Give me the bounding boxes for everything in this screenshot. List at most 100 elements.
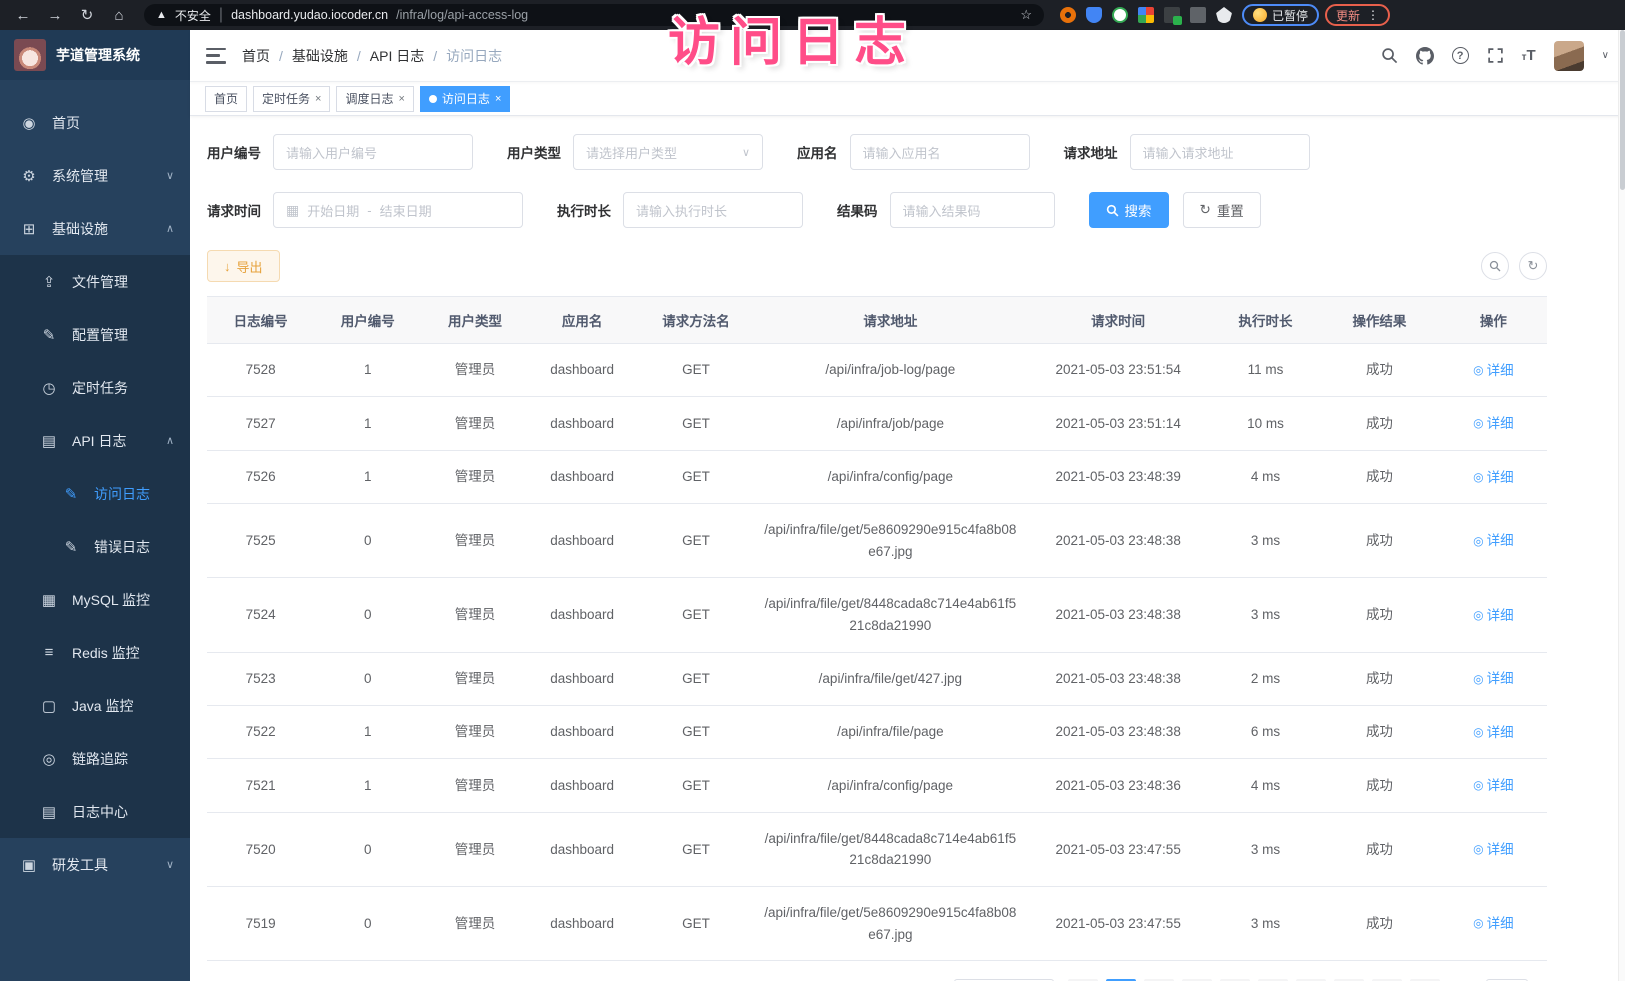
sidebar-item-link-trace[interactable]: ◎ 链路追踪 (0, 732, 190, 785)
detail-link[interactable]: ◎详细 (1473, 413, 1513, 435)
sidebar-item-access-log[interactable]: ✎ 访问日志 (0, 467, 190, 520)
search-icon[interactable] (1381, 47, 1398, 64)
detail-link[interactable]: ◎详细 (1473, 360, 1513, 382)
request-url-input[interactable]: 请输入请求地址 (1130, 134, 1310, 170)
app-logo[interactable]: 芋道管理系统 (0, 30, 190, 80)
sidebar-item-api-log[interactable]: ▤ API 日志 ∧ (0, 414, 190, 467)
breadcrumb-infra[interactable]: 基础设施 (292, 46, 348, 66)
reset-button[interactable]: ↻ 重置 (1183, 192, 1261, 228)
breadcrumb-home[interactable]: 首页 (242, 46, 270, 66)
extension-icon-4[interactable] (1138, 7, 1154, 23)
address-divider: | (219, 6, 223, 24)
browser-update-button[interactable]: 更新 ⋮ (1325, 4, 1390, 26)
detail-link[interactable]: ◎详细 (1473, 839, 1513, 861)
tab-scheduled-jobs[interactable]: 定时任务 × (253, 86, 330, 112)
download-icon: ↓ (224, 259, 231, 274)
sidebar-item-dev-tools[interactable]: ▣ 研发工具 ∨ (0, 838, 190, 891)
sidebar-item-config-manage[interactable]: ✎ 配置管理 (0, 308, 190, 361)
extension-icon-5[interactable] (1164, 7, 1180, 23)
browser-forward-icon[interactable]: → (42, 7, 68, 24)
extension-icon-2[interactable] (1086, 7, 1102, 23)
close-icon[interactable]: × (315, 93, 321, 105)
sidebar-item-mysql-monitor[interactable]: ▦ MySQL 监控 (0, 573, 190, 626)
sidebar-item-error-log[interactable]: ✎ 错误日志 (0, 520, 190, 573)
search-button[interactable]: 搜索 (1089, 192, 1169, 228)
result-code-input[interactable]: 请输入结果码 (890, 192, 1055, 228)
toggle-search-icon[interactable] (1481, 252, 1509, 280)
edit-icon: ✎ (40, 326, 58, 344)
table-row: 75211管理员dashboardGET/api/infra/config/pa… (207, 759, 1547, 812)
top-navbar: 首页 / 基础设施 / API 日志 / 访问日志 ? тT (190, 30, 1625, 82)
tab-access-log[interactable]: 访问日志 × (420, 86, 510, 112)
help-icon[interactable]: ? (1452, 47, 1469, 64)
refresh-icon[interactable]: ↻ (1519, 252, 1547, 280)
sidebar-item-system[interactable]: ⚙ 系统管理 ∨ (0, 149, 190, 202)
eye-icon: ◎ (40, 750, 58, 768)
sidebar-item-java-monitor[interactable]: ▢ Java 监控 (0, 679, 190, 732)
sidebar-item-infra[interactable]: ⊞ 基础设施 ∧ (0, 202, 190, 255)
edit-square-icon: ✎ (62, 485, 80, 503)
browser-menu-icon[interactable]: ⋮ (1367, 8, 1379, 22)
warning-icon: ▲ (156, 9, 167, 21)
sidebar-item-home[interactable]: ◉ 首页 (0, 96, 190, 149)
profile-paused-badge[interactable]: 已暂停 (1242, 4, 1319, 26)
fullscreen-icon[interactable] (1487, 47, 1504, 64)
sidebar-item-log-center[interactable]: ▤ 日志中心 (0, 785, 190, 838)
close-icon[interactable]: × (495, 93, 501, 105)
extension-icon-3[interactable] (1112, 7, 1128, 23)
extension-icon-7[interactable] (1216, 7, 1232, 23)
eye-icon: ◎ (1473, 723, 1483, 742)
detail-link[interactable]: ◎详细 (1473, 722, 1513, 744)
profile-avatar-icon (1253, 8, 1267, 22)
detail-link[interactable]: ◎详细 (1473, 668, 1513, 690)
table-row: 75240管理员dashboardGET/api/infra/file/get/… (207, 578, 1547, 652)
chevron-down-icon[interactable]: ∨ (1602, 50, 1609, 61)
address-bar[interactable]: ▲ 不安全 | dashboard.yudao.iocoder.cn /infr… (144, 4, 1044, 26)
monitor-icon: ▢ (40, 697, 58, 715)
request-time-range-picker[interactable]: ▦ 开始日期 - 结束日期 (273, 192, 523, 228)
extension-icon-6[interactable] (1190, 7, 1206, 23)
detail-link[interactable]: ◎详细 (1473, 467, 1513, 489)
infra-submenu: ⇪ 文件管理 ✎ 配置管理 ◷ 定时任务 ▤ API 日志 ∧ ✎ (0, 255, 190, 838)
hamburger-icon[interactable] (206, 48, 226, 64)
detail-link[interactable]: ◎详细 (1473, 605, 1513, 627)
eye-icon: ◎ (1473, 361, 1483, 380)
avatar[interactable] (1554, 41, 1584, 71)
detail-link[interactable]: ◎详细 (1473, 775, 1513, 797)
sidebar-item-file-manage[interactable]: ⇪ 文件管理 (0, 255, 190, 308)
window-scrollbar[interactable] (1618, 30, 1625, 981)
duration-label: 执行时长 (557, 200, 611, 220)
export-button[interactable]: ↓ 导出 (207, 250, 280, 282)
sidebar-item-scheduled-jobs[interactable]: ◷ 定时任务 (0, 361, 190, 414)
font-size-icon[interactable]: тT (1522, 47, 1536, 64)
breadcrumb-api-log[interactable]: API 日志 (370, 46, 424, 66)
tab-home[interactable]: 首页 (205, 86, 247, 112)
eye-icon: ◎ (1473, 532, 1483, 551)
infrastructure-icon: ⊞ (20, 220, 38, 238)
app-name-input[interactable]: 请输入应用名 (850, 134, 1030, 170)
dashboard-icon: ◉ (20, 114, 38, 132)
duration-input[interactable]: 请输入执行时长 (623, 192, 803, 228)
browser-home-icon[interactable]: ⌂ (106, 7, 132, 24)
user-type-select[interactable]: 请选择用户类型 ∨ (573, 134, 763, 170)
github-icon[interactable] (1416, 47, 1434, 65)
bookmark-star-icon[interactable]: ☆ (1020, 7, 1032, 23)
tags-view: 首页 定时任务 × 调度日志 × 访问日志 × (190, 82, 1625, 116)
edit-square-icon: ✎ (62, 538, 80, 556)
scrollbar-thumb[interactable] (1620, 30, 1625, 190)
browser-reload-icon[interactable]: ↻ (74, 6, 100, 24)
tab-schedule-log[interactable]: 调度日志 × (336, 86, 413, 112)
table-row: 75271管理员dashboardGET/api/infra/job/page2… (207, 397, 1547, 450)
detail-link[interactable]: ◎详细 (1473, 530, 1513, 552)
sidebar-item-redis-monitor[interactable]: ≡ Redis 监控 (0, 626, 190, 679)
app-logo-image (14, 39, 46, 71)
eye-icon: ◎ (1473, 776, 1483, 795)
app-name-label: 应用名 (797, 142, 838, 162)
user-id-input[interactable]: 请输入用户编号 (273, 134, 473, 170)
extension-icon-1[interactable] (1060, 7, 1076, 23)
close-icon[interactable]: × (398, 93, 404, 105)
eye-icon: ◎ (1473, 914, 1483, 933)
detail-link[interactable]: ◎详细 (1473, 913, 1513, 935)
user-id-label: 用户编号 (207, 142, 261, 162)
browser-back-icon[interactable]: ← (10, 7, 36, 24)
